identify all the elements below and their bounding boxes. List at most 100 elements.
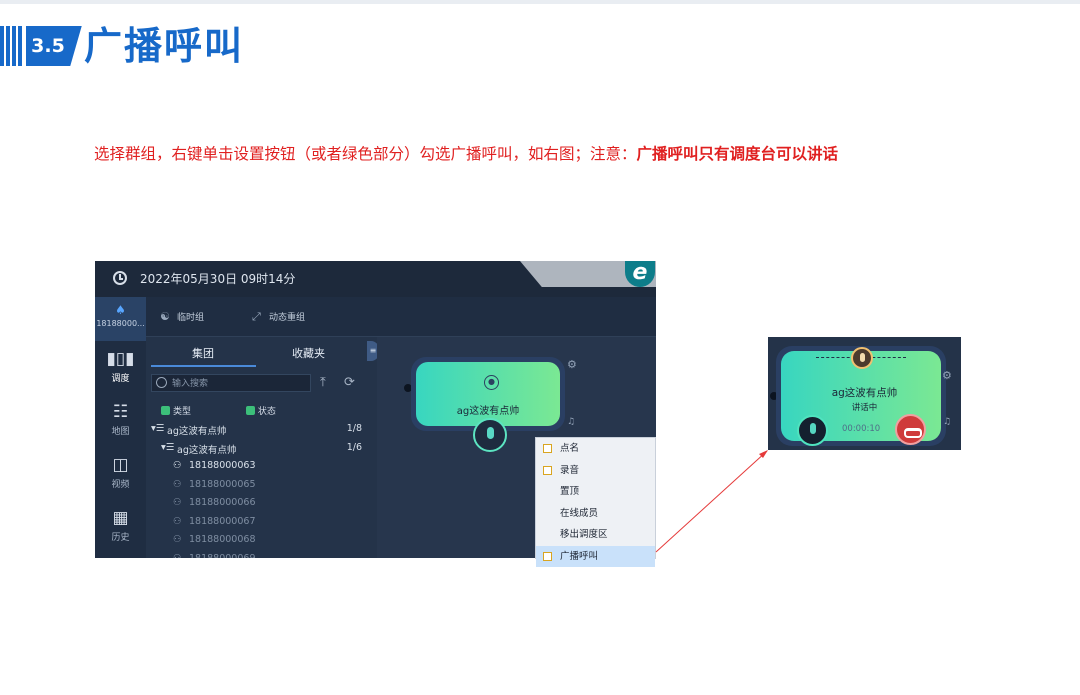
tree-row[interactable]: ▾☰ ag这波有点帅 1/8 (147, 421, 372, 440)
map-icon: ☷ (112, 402, 129, 422)
checkbox-icon (161, 406, 170, 415)
filter-type-label: 类型 (173, 407, 192, 417)
context-menu-item[interactable]: 在线成员 (536, 503, 655, 525)
call-status: 讲话中 (851, 403, 878, 413)
tree-row[interactable]: ⚇ 18188000066 (147, 495, 372, 514)
active-tab-indicator (151, 365, 256, 367)
tree-row[interactable]: ⚇ 18188000069 (147, 551, 372, 559)
tree-row-label: 18188000068 (189, 534, 256, 545)
volume-icon[interactable]: ♫ (567, 417, 575, 427)
instruction-text: 选择群组，右键单击设置按钮（或者绿色部分）勾选广播呼叫，如右图；注意：广播呼叫只… (94, 143, 838, 165)
context-menu-label: 广播呼叫 (560, 550, 599, 562)
tree-row[interactable]: ⚇ 18188000067 (147, 514, 372, 533)
user-account[interactable]: ♠ 18188000... (95, 297, 146, 341)
context-menu-label: 点名 (560, 443, 580, 454)
nav-dispatch-label: 调度 (111, 374, 130, 384)
clock-icon (113, 271, 127, 285)
nav-history[interactable]: ▦ 历史 (95, 508, 146, 543)
volume-icon[interactable]: ♫ (943, 417, 951, 427)
tree-row-label: 18188000065 (189, 478, 256, 490)
top-rule (0, 0, 1080, 4)
group-icon: ▾☰ (161, 441, 175, 453)
title-bar: 2022年05月30日 09时14分 e (95, 261, 656, 297)
nav-map[interactable]: ☷ 地图 (95, 402, 146, 437)
video-icon: ◫ (112, 455, 129, 475)
context-menu-item[interactable]: 录音 (536, 460, 655, 482)
group-avatar-icon: ● (484, 375, 499, 390)
context-menu-item[interactable]: 点名 (536, 438, 655, 460)
refresh-icon[interactable]: ⟳ (344, 375, 355, 390)
context-menu-label: 录音 (560, 464, 580, 476)
nav-history-label: 历史 (111, 533, 130, 543)
tree-row-label: ag这波有点帅 (167, 426, 227, 437)
user-icon: ♠ (115, 303, 126, 317)
member-count: 1/8 (346, 423, 362, 434)
search-box (151, 374, 311, 392)
group-icon: ☯ (160, 310, 170, 323)
context-menu: 点名录音置顶在线成员移出调度区广播呼叫 (535, 437, 656, 567)
arrow-line (655, 450, 768, 553)
toolbar: ☯ 临时组 ⤢ 动态重组 (146, 297, 656, 337)
user-icon: ⚇ (173, 460, 182, 471)
context-menu-label: 置顶 (560, 486, 580, 497)
gear-icon[interactable]: ⚙ (942, 369, 952, 382)
instruction-bold: 广播呼叫只有调度台可以讲话 (636, 145, 839, 163)
context-menu-label: 移出调度区 (560, 529, 608, 540)
context-menu-item[interactable]: 广播呼叫 (536, 545, 655, 567)
user-icon: ⚇ (173, 497, 182, 508)
regroup-icon: ⤢ (252, 310, 261, 323)
member-count: 1/6 (346, 441, 362, 453)
checkbox-icon (245, 406, 255, 415)
gear-icon[interactable]: ⚙ (567, 358, 577, 371)
group-tree: ▾☰ ag这波有点帅 1/8 ▾☰ ag这波有点帅 1/6 ⚇ 18188000063 ⚇… (147, 421, 372, 558)
section-stripes (0, 26, 24, 66)
group-card-name: ag这波有点帅 (456, 406, 520, 417)
checkbox-icon[interactable] (543, 444, 552, 453)
user-icon: ⚇ (173, 478, 182, 490)
search-input[interactable] (172, 376, 307, 390)
context-menu-item[interactable]: 移出调度区 (536, 524, 655, 546)
section-title: 广播呼叫 (84, 24, 245, 68)
filters: 类型 状态 (161, 404, 276, 417)
filter-status[interactable]: 状态 (245, 406, 276, 417)
broadcast-speaker-icon (851, 347, 873, 369)
user-icon: ⚇ (173, 515, 182, 527)
waveform-icon: ▮▯▮ (106, 349, 135, 369)
tree-row-label: 18188000063 (189, 460, 256, 471)
tree-row-label: 18188000066 (189, 497, 256, 508)
hang-up-button[interactable] (895, 414, 926, 445)
microphone-button[interactable] (797, 415, 828, 446)
call-timer: 00:00:10 (842, 424, 881, 434)
filter-type[interactable]: 类型 (161, 406, 192, 417)
tree-row[interactable]: ▾☰ ag这波有点帅 1/6 (147, 440, 372, 459)
dynamic-regroup-button[interactable]: ⤢ 动态重组 (252, 310, 305, 324)
datetime: 2022年05月30日 09时14分 (140, 272, 296, 286)
tree-row[interactable]: ⚇ 18188000068 (147, 532, 372, 551)
context-menu-item[interactable]: 置顶 (536, 481, 655, 503)
search-icon (156, 377, 167, 388)
calendar-icon: ▦ (112, 508, 129, 528)
nav-map-label: 地图 (111, 427, 130, 437)
context-menu-label: 在线成员 (560, 507, 599, 519)
user-id: 18188000... (96, 319, 145, 328)
arrow-head (759, 450, 768, 458)
user-icon: ⚇ (173, 552, 182, 559)
tab-group[interactable]: 集团 (192, 345, 214, 361)
checkbox-icon[interactable] (543, 465, 552, 475)
dynamic-regroup-label: 动态重组 (269, 313, 306, 323)
tab-favorites[interactable]: 收藏夹 (292, 345, 325, 361)
checkbox-icon[interactable] (543, 551, 552, 561)
group-icon: ▾☰ (151, 423, 165, 434)
user-icon: ⚇ (173, 534, 182, 545)
tree-row[interactable]: ⚇ 18188000065 (147, 477, 372, 496)
share-icon[interactable]: ⤒ (320, 375, 326, 390)
microphone-button[interactable] (473, 418, 507, 452)
tree-row-label: 18188000067 (189, 515, 256, 527)
temp-group-button[interactable]: ☯ 临时组 (160, 310, 204, 323)
tree-row-label: ag这波有点帅 (177, 444, 237, 456)
nav-dispatch[interactable]: ▮▯▮ 调度 (95, 349, 146, 384)
tree-row[interactable]: ⚇ 18188000063 (147, 458, 372, 477)
tab-bar: 集团 收藏夹 (151, 341, 369, 367)
nav-video[interactable]: ◫ 视频 (95, 455, 146, 490)
instruction-normal: 选择群组，右键单击设置按钮（或者绿色部分）勾选广播呼叫，如右图；注意： (94, 145, 637, 163)
